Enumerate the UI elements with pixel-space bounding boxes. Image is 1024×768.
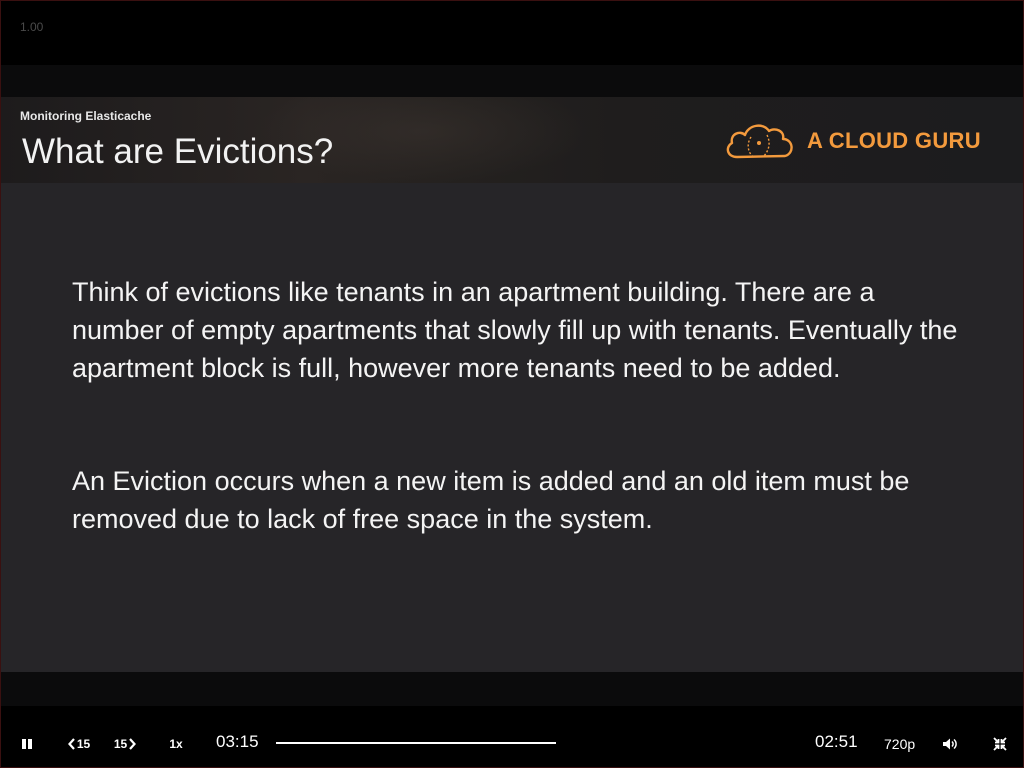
chevron-right-icon: [129, 738, 137, 750]
control-bar: [1, 706, 1023, 767]
exit-fullscreen-button[interactable]: [989, 734, 1011, 754]
exit-fullscreen-icon: [993, 737, 1007, 751]
video-letterbox-top: [1, 65, 1023, 97]
rewind-15-button[interactable]: 15: [63, 734, 95, 754]
chevron-left-icon: [67, 738, 75, 750]
slide-paragraph: Think of evictions like tenants in an ap…: [72, 277, 958, 383]
slide-title: What are Evictions?: [22, 132, 334, 171]
brand-logo: A CLOUD GURU: [723, 119, 981, 163]
volume-button[interactable]: [939, 734, 961, 754]
elapsed-time: 03:15: [216, 732, 259, 751]
quality-selector[interactable]: 720p: [884, 736, 915, 752]
course-name: Monitoring Elasticache: [20, 109, 152, 123]
forward-label: 15: [113, 737, 128, 751]
speed-label: 1x: [169, 737, 183, 751]
forward-15-button[interactable]: 15: [109, 734, 141, 754]
volume-icon: [943, 738, 957, 750]
cloud-logo-icon: [726, 124, 793, 159]
slide-body: [1, 183, 1023, 672]
slide-paragraph: An Eviction occurs when a new item is ad…: [72, 466, 910, 534]
video-letterbox-bottom: [1, 672, 1023, 706]
pause-button[interactable]: [15, 734, 39, 754]
rewind-label: 15: [76, 737, 91, 751]
playback-speed-button[interactable]: 1x: [163, 734, 189, 754]
video-player[interactable]: 1.00 Monitoring Elasticache What are Evi…: [0, 0, 1024, 768]
progress-bar[interactable]: [276, 742, 556, 744]
remaining-time: 02:51: [815, 732, 858, 751]
brand-name: A CLOUD GURU: [807, 128, 981, 153]
pause-icon: [22, 739, 32, 749]
playback-rate-indicator: 1.00: [20, 20, 44, 34]
